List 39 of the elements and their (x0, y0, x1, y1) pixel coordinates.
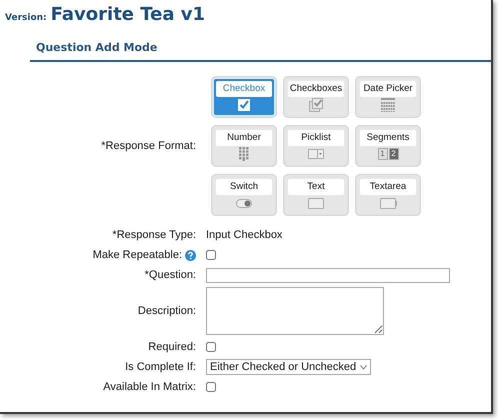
keypad-icon (239, 147, 249, 161)
field-label: Make Repeatable: (92, 249, 182, 261)
format-tile[interactable]: Checkboxes (284, 77, 348, 117)
response-type-value: Input Checkbox (206, 229, 282, 241)
field-label: *Response Format: (101, 140, 196, 152)
format-tile[interactable]: Picklist (284, 126, 348, 166)
checkboxes-icon (309, 98, 323, 112)
field-label: Is Complete If: (125, 361, 196, 373)
help-icon[interactable] (185, 250, 196, 260)
format-tile[interactable]: Checkbox (212, 77, 276, 117)
section-title: Question Add Mode (36, 41, 158, 54)
field-label: Available In Matrix: (103, 381, 196, 393)
field-label: *Question: (144, 269, 196, 281)
format-tile[interactable]: Segments 1 2 (356, 126, 420, 166)
format-tile[interactable]: Switch (212, 175, 276, 215)
version-label: Version: (5, 13, 47, 23)
field-label: *Response Type: (112, 229, 196, 241)
textarea-icon (380, 198, 396, 208)
format-tile[interactable]: Text (284, 175, 348, 215)
checkbox-icon (238, 99, 250, 111)
question-field[interactable] (206, 268, 450, 282)
field-label: Required: (148, 341, 196, 353)
page-title: Favorite Tea v1 (50, 4, 206, 25)
toggle-icon (236, 198, 252, 208)
format-tile[interactable]: Date Picker (356, 77, 420, 117)
text-field-icon (308, 198, 324, 208)
complete-if-dropdown[interactable]: Either Checked or Unchecked (206, 359, 372, 375)
format-tile[interactable]: Textarea (356, 175, 420, 215)
calendar-icon (381, 98, 395, 112)
checkbox[interactable] (206, 250, 216, 260)
dropdown-icon (308, 149, 324, 159)
segment-icon: 2 (388, 148, 398, 160)
segment-icon: 1 (378, 148, 388, 160)
checkbox[interactable] (206, 342, 216, 352)
caret-icon (360, 364, 368, 370)
field-label: Description: (138, 305, 196, 317)
description-field[interactable] (206, 287, 384, 335)
checkbox[interactable] (206, 382, 216, 392)
format-tile[interactable]: Number (212, 126, 276, 166)
